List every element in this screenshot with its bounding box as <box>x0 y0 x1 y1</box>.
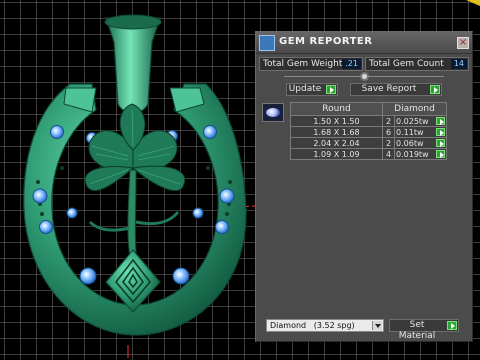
slider-handle[interactable] <box>360 72 369 81</box>
gem-size: 2.04 X 2.04 <box>290 137 383 149</box>
gem-reporter-panel: GEM REPORTER × Total Gem Weight .21 Tota… <box>255 31 473 342</box>
gem-table: Round Diamond 1.50 X 1.50 2 0.025tw 1.68… <box>290 102 447 160</box>
set-material-button-label: Set Material <box>398 320 436 341</box>
total-gem-weight-value: .21 <box>342 59 361 69</box>
gem-count: 6 <box>382 126 395 138</box>
material-dropdown[interactable]: Diamond (3.52 spg) <box>266 319 384 332</box>
total-gem-count-label: Total Gem Count <box>369 59 444 69</box>
gem-count: 2 <box>382 137 395 149</box>
table-row[interactable]: 1.09 X 1.09 4 0.019tw <box>290 148 447 160</box>
gem-count: 2 <box>382 115 395 127</box>
total-gem-count-value: 14 <box>450 59 467 69</box>
panel-titlebar[interactable]: GEM REPORTER × <box>256 32 472 54</box>
gem-weight-text: 0.025tw <box>396 116 429 126</box>
column-header-material: Diamond <box>382 102 447 116</box>
table-row[interactable]: 1.50 X 1.50 2 0.025tw <box>290 115 447 127</box>
play-arrow-icon[interactable] <box>436 150 445 158</box>
gem-weight: 0.019tw <box>394 148 447 160</box>
gem-reporter-icon <box>259 35 275 51</box>
material-dropdown-value: Diamond (3.52 spg) <box>270 321 355 330</box>
gem-size: 1.09 X 1.09 <box>290 148 383 160</box>
save-report-button-label: Save Report <box>361 84 417 94</box>
update-button[interactable]: Update <box>286 83 338 96</box>
column-header-shape: Round <box>290 102 383 116</box>
chevron-down-icon[interactable] <box>372 321 382 330</box>
set-material-button[interactable]: Set Material <box>389 319 459 341</box>
gem-weight: 0.025tw <box>394 115 447 127</box>
close-icon[interactable]: × <box>457 37 469 49</box>
total-gem-weight-label: Total Gem Weight <box>263 59 343 69</box>
gem-weight-text: 0.11tw <box>396 127 424 137</box>
update-button-label: Update <box>288 84 322 94</box>
cad-viewport[interactable]: GEM REPORTER × Total Gem Weight .21 Tota… <box>0 0 480 360</box>
play-arrow-icon[interactable] <box>436 117 445 125</box>
view-cube-fragment <box>466 0 480 6</box>
total-gem-count: Total Gem Count 14 <box>365 57 469 71</box>
play-arrow-icon[interactable] <box>436 128 445 136</box>
play-arrow-icon <box>430 85 440 94</box>
save-report-button[interactable]: Save Report <box>350 83 442 96</box>
gem-size: 1.68 X 1.68 <box>290 126 383 138</box>
play-arrow-icon[interactable] <box>436 139 445 147</box>
gem-weight: 0.11tw <box>394 126 447 138</box>
table-row[interactable]: 1.68 X 1.68 6 0.11tw <box>290 126 447 138</box>
gem-count: 4 <box>382 148 395 160</box>
gem-weight-text: 0.019tw <box>396 149 429 159</box>
table-row[interactable]: 2.04 X 2.04 2 0.06tw <box>290 137 447 149</box>
round-gem-icon[interactable] <box>262 103 284 122</box>
gem-weight: 0.06tw <box>394 137 447 149</box>
total-gem-weight: Total Gem Weight .21 <box>259 57 363 71</box>
panel-title: GEM REPORTER <box>279 36 373 47</box>
gem-size: 1.50 X 1.50 <box>290 115 383 127</box>
play-arrow-icon <box>447 321 457 330</box>
play-arrow-icon <box>326 85 336 94</box>
gem-weight-text: 0.06tw <box>396 138 424 148</box>
